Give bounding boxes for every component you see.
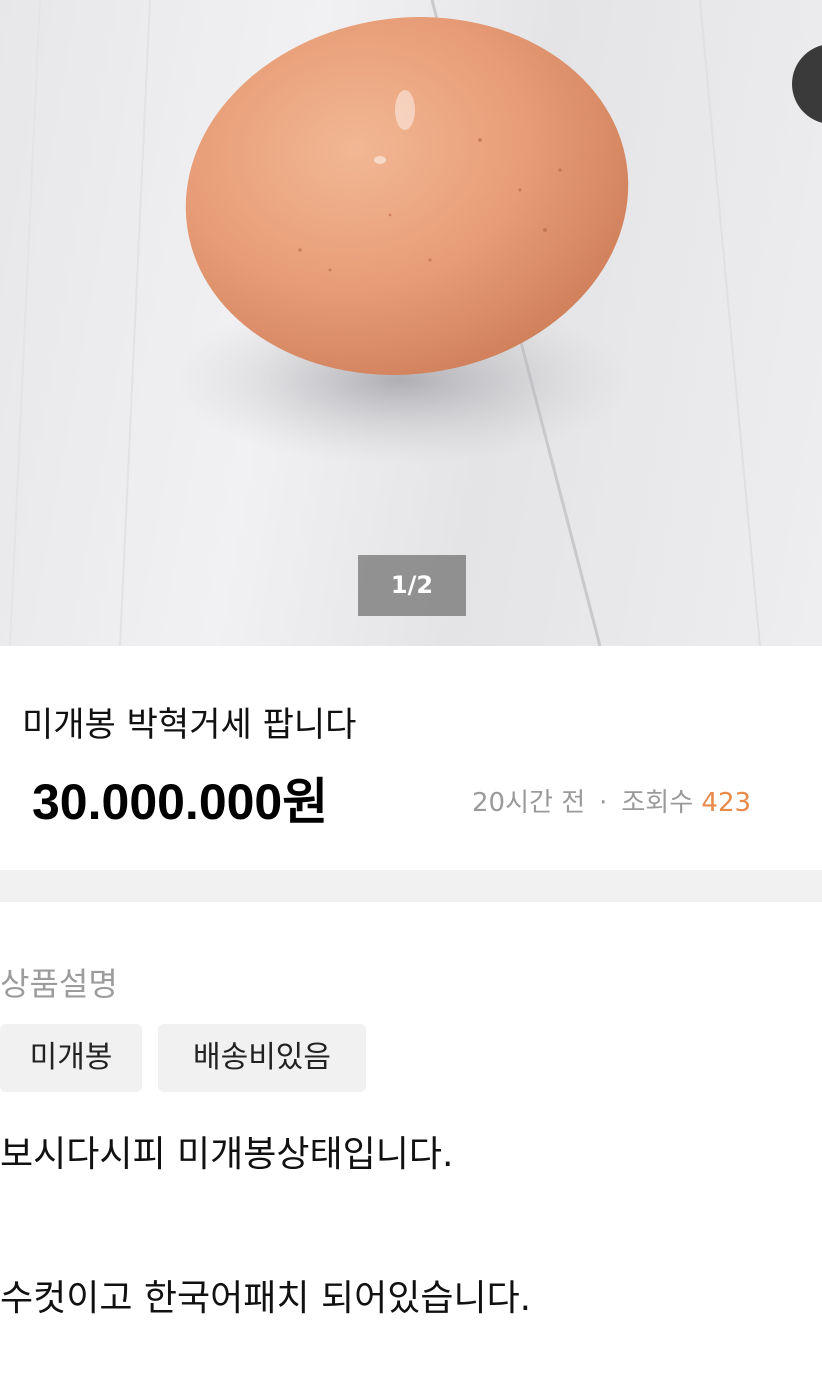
- section-divider: [0, 870, 822, 902]
- listing-meta: 20시간 전 · 조회수 423: [472, 785, 751, 821]
- listing-title: 미개봉 박혁거세 팝니다: [22, 705, 357, 745]
- tag-shipping-fee[interactable]: 배송비있음: [158, 1024, 366, 1092]
- description-line: 수컷이고 한국어패치 되어있습니다.: [0, 1278, 532, 1319]
- tag-unopened[interactable]: 미개봉: [0, 1024, 142, 1092]
- posted-time: 20시간 전: [472, 788, 586, 818]
- description-line: 보시다시피 미개봉상태입니다.: [0, 1134, 454, 1175]
- egg-photo-image: [9, 0, 761, 646]
- photo-page-indicator: 1/2: [358, 555, 466, 616]
- product-photo[interactable]: 1/2: [0, 0, 822, 646]
- views-count: 423: [701, 788, 752, 818]
- views-label: 조회수: [621, 788, 694, 818]
- description-section-label: 상품설명: [0, 965, 118, 1003]
- listing-price: 30.000.000원: [32, 774, 329, 830]
- meta-separator: ·: [599, 788, 608, 818]
